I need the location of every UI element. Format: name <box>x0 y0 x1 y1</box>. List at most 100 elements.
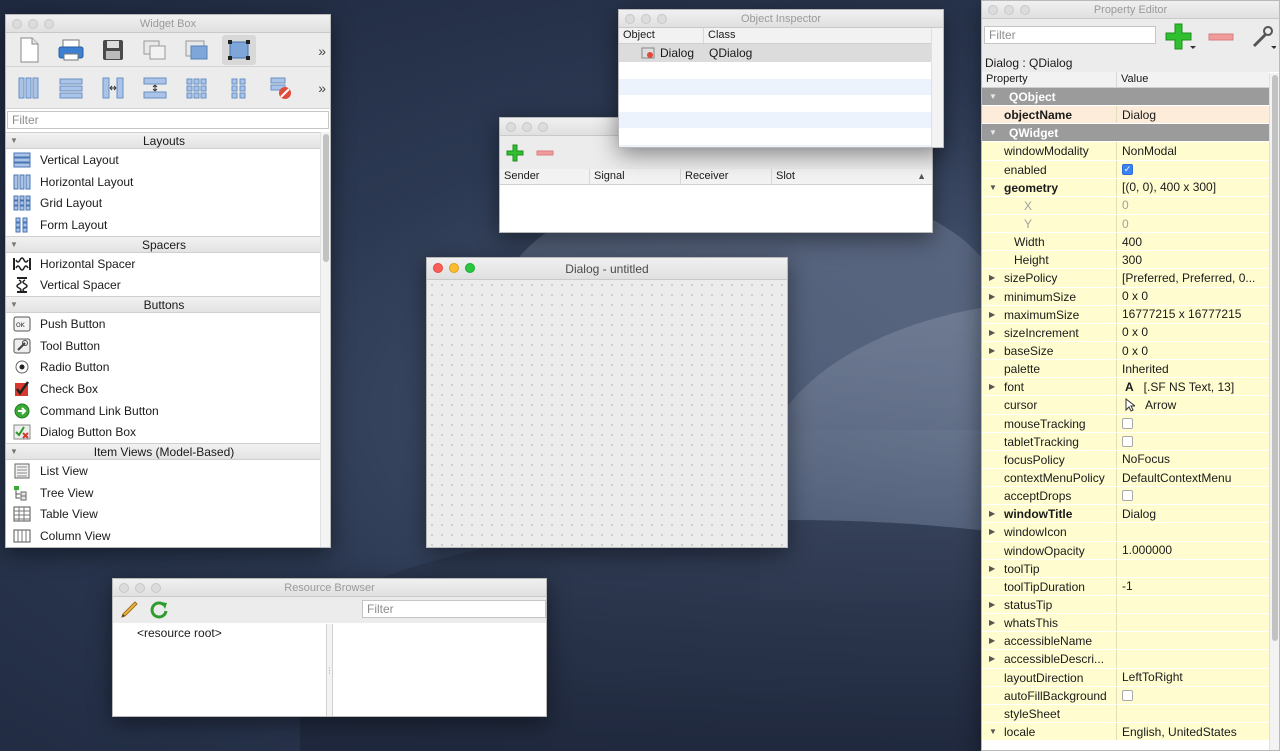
toolbar-overflow-icon[interactable]: » <box>318 43 326 59</box>
property-row-windowtitle[interactable]: ▶ windowTitle Dialog <box>982 505 1269 524</box>
configure-button[interactable] <box>1250 24 1277 50</box>
property-row-focuspolicy[interactable]: focusPolicy NoFocus <box>982 450 1269 469</box>
property-value[interactable]: Dialog <box>1117 106 1269 123</box>
expanded-arrow-icon[interactable]: ▼ <box>989 723 997 740</box>
close-button[interactable] <box>12 19 22 29</box>
property-value[interactable]: 0 <box>1117 197 1269 214</box>
property-row-palette[interactable]: palette Inherited <box>982 360 1269 379</box>
property-value[interactable] <box>1117 487 1269 504</box>
property-row-geometry[interactable]: ▼ geometry [(0, 0), 400 x 300] <box>982 178 1269 197</box>
property-scrollbar[interactable] <box>1269 73 1279 750</box>
property-row-locale[interactable]: ▼ locale English, UnitedStates <box>982 722 1269 742</box>
close-button[interactable] <box>988 5 998 15</box>
expanded-arrow-icon[interactable]: ▼ <box>989 124 997 141</box>
property-value[interactable]: [(0, 0), 400 x 300] <box>1117 179 1269 196</box>
col-receiver[interactable]: Receiver <box>681 169 772 184</box>
property-row-objectname[interactable]: objectName Dialog <box>982 106 1269 125</box>
widget-item-horizontal-layout[interactable]: Horizontal Layout <box>6 171 322 193</box>
property-row-sizepolicy[interactable]: ▶ sizePolicy [Preferred, Preferred, 0... <box>982 269 1269 288</box>
zoom-button[interactable] <box>151 583 161 593</box>
remove-connection-button[interactable] <box>536 142 562 164</box>
property-row-mousetracking[interactable]: mouseTracking <box>982 414 1269 433</box>
layout-grid-button[interactable] <box>180 73 214 103</box>
property-value[interactable]: Inherited <box>1117 360 1269 377</box>
category-spacers[interactable]: Spacers <box>6 235 322 253</box>
widget-item-horizontal-spacer[interactable]: Horizontal Spacer <box>6 253 322 275</box>
layout-vertically-button[interactable] <box>54 73 88 103</box>
property-value[interactable]: -1 <box>1117 578 1269 595</box>
collapsed-arrow-icon[interactable]: ▶ <box>989 378 995 395</box>
zoom-button[interactable] <box>538 122 548 132</box>
property-row-cursor[interactable]: cursor Arrow <box>982 396 1269 415</box>
property-row-minimumsize[interactable]: ▶ minimumSize 0 x 0 <box>982 287 1269 306</box>
property-value[interactable] <box>1117 415 1269 432</box>
resource-filter-input[interactable] <box>362 600 546 618</box>
collapsed-arrow-icon[interactable]: ▶ <box>989 650 995 667</box>
property-row-sizeincrement[interactable]: ▶ sizeIncrement 0 x 0 <box>982 323 1269 342</box>
category-item-views-model-based[interactable]: Item Views (Model-Based) <box>6 443 322 461</box>
property-category-qwidget[interactable]: ▼ QWidget <box>982 124 1269 143</box>
property-row-accessiblename[interactable]: ▶ accessibleName <box>982 632 1269 651</box>
paste-button[interactable] <box>180 35 214 65</box>
zoom-button[interactable] <box>657 14 667 24</box>
property-row-width[interactable]: Width 400 <box>982 233 1269 252</box>
property-row-x[interactable]: X0 <box>982 196 1269 215</box>
object-inspector-titlebar[interactable]: Object Inspector <box>619 10 943 28</box>
reload-button[interactable] <box>149 600 175 620</box>
property-value[interactable] <box>1117 433 1269 450</box>
widget-item-push-button[interactable]: OK Push Button <box>6 313 322 335</box>
property-value[interactable] <box>1117 560 1269 577</box>
collapsed-arrow-icon[interactable]: ▶ <box>989 306 995 323</box>
property-value[interactable]: 300 <box>1117 251 1269 268</box>
property-value[interactable]: NoFocus <box>1117 451 1269 468</box>
scroll-thumb[interactable] <box>323 134 329 262</box>
property-value[interactable]: [Preferred, Preferred, 0... <box>1117 269 1269 286</box>
form-canvas[interactable] <box>427 280 787 547</box>
widget-item-command-link-button[interactable]: Command Link Button <box>6 400 322 422</box>
property-row-tooltipduration[interactable]: toolTipDuration -1 <box>982 577 1269 596</box>
break-layout-button[interactable] <box>264 73 298 103</box>
widget-item-list-view[interactable]: List View <box>6 460 322 482</box>
resource-browser-titlebar[interactable]: Resource Browser <box>113 579 546 597</box>
zoom-button[interactable] <box>44 19 54 29</box>
edit-widgets-button[interactable] <box>222 34 256 65</box>
property-row-height[interactable]: Height 300 <box>982 251 1269 270</box>
property-value[interactable]: A [.SF NS Text, 13] <box>1117 378 1269 395</box>
minimize-button[interactable] <box>28 19 38 29</box>
col-value[interactable]: Value <box>1117 72 1269 87</box>
property-value[interactable]: 16777215 x 16777215 <box>1117 306 1269 323</box>
minimize-button[interactable] <box>522 122 532 132</box>
property-value[interactable]: 0 x 0 <box>1117 342 1269 359</box>
property-value[interactable]: Dialog <box>1117 505 1269 522</box>
add-connection-button[interactable] <box>506 142 532 164</box>
layout-v-splitter-button[interactable] <box>138 73 172 103</box>
widget-item-radio-button[interactable]: Radio Button <box>6 357 322 379</box>
property-value[interactable]: NonModal <box>1117 142 1269 159</box>
property-row-font[interactable]: ▶ font A [.SF NS Text, 13] <box>982 378 1269 397</box>
zoom-button[interactable] <box>1020 5 1030 15</box>
expanded-arrow-icon[interactable]: ▼ <box>989 88 997 105</box>
widget-item-vertical-layout[interactable]: Vertical Layout <box>6 149 322 171</box>
widget-filter-input[interactable] <box>7 111 329 129</box>
col-signal[interactable]: Signal <box>590 169 681 184</box>
property-value[interactable] <box>1117 632 1269 649</box>
object-row-dialog[interactable]: Dialog QDialog <box>619 44 931 62</box>
collapsed-arrow-icon[interactable]: ▶ <box>989 324 995 341</box>
minimize-button[interactable] <box>449 263 459 273</box>
property-row-acceptdrops[interactable]: acceptDrops <box>982 487 1269 506</box>
close-button[interactable] <box>119 583 129 593</box>
property-row-layoutdirection[interactable]: layoutDirection LeftToRight <box>982 668 1269 687</box>
property-value[interactable]: English, UnitedStates <box>1117 723 1269 740</box>
property-row-autofillbackground[interactable]: autoFillBackground <box>982 686 1269 705</box>
col-property[interactable]: Property <box>982 72 1117 87</box>
widget-box-titlebar[interactable]: Widget Box <box>6 15 330 33</box>
collapsed-arrow-icon[interactable]: ▶ <box>989 342 995 359</box>
new-file-button[interactable] <box>12 35 46 65</box>
property-row-y[interactable]: Y0 <box>982 214 1269 234</box>
toolbar-overflow-icon[interactable]: » <box>318 80 326 96</box>
layout-h-splitter-button[interactable] <box>96 73 130 103</box>
property-row-contextmenupolicy[interactable]: contextMenuPolicy DefaultContextMenu <box>982 468 1269 488</box>
dialog-titlebar[interactable]: Dialog - untitled <box>427 258 787 280</box>
layout-horizontally-button[interactable] <box>12 73 46 103</box>
property-row-tooltip[interactable]: ▶ toolTip <box>982 559 1269 578</box>
